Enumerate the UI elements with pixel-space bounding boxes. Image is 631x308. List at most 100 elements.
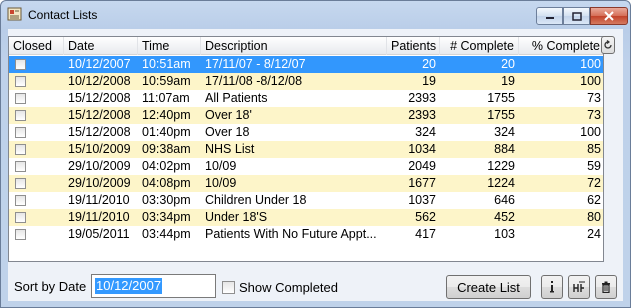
row-time: 04:02pm (142, 159, 191, 173)
row-date: 15/10/2009 (68, 142, 131, 156)
row-time: 01:40pm (142, 125, 191, 139)
minimize-button[interactable] (536, 7, 563, 25)
row-patients: 1677 (408, 176, 436, 190)
row-date: 15/12/2008 (68, 91, 131, 105)
row-description: NHS List (205, 142, 255, 156)
row-closed-checkbox[interactable] (15, 229, 26, 240)
row-time: 04:08pm (142, 176, 191, 190)
column-header-num-complete[interactable]: # Complete (440, 37, 519, 55)
table-row[interactable]: 29/10/2009 04:08pm 10/09 1677 1224 72 (9, 175, 603, 192)
row-pct-complete: 72 (587, 176, 601, 190)
row-patients: 417 (415, 227, 436, 241)
row-description: Children Under 18 (205, 193, 307, 207)
row-closed-checkbox[interactable] (15, 195, 26, 206)
column-header-date[interactable]: Date (64, 37, 138, 55)
row-pct-complete: 100 (580, 125, 601, 139)
row-date: 19/05/2011 (68, 227, 130, 241)
column-header-pct-complete[interactable]: % Complete (519, 37, 603, 55)
info-button[interactable] (541, 275, 563, 299)
checkbox-box[interactable] (222, 281, 235, 294)
table-row[interactable]: 15/12/2008 01:40pm Over 18 324 324 100 (9, 124, 603, 141)
show-completed-checkbox[interactable]: Show Completed (222, 280, 338, 295)
row-description: 10/09 (205, 176, 237, 190)
row-date: 29/10/2009 (68, 176, 131, 190)
row-pct-complete: 100 (580, 57, 601, 71)
maximize-button[interactable] (563, 7, 590, 25)
row-closed-checkbox[interactable] (15, 161, 26, 172)
table-row[interactable]: 10/12/2007 10:51am 17/11/07 - 8/12/07 20 20 1… (9, 56, 603, 73)
row-closed-checkbox[interactable] (15, 76, 26, 87)
row-date: 15/12/2008 (68, 125, 131, 139)
row-closed-checkbox[interactable] (15, 212, 26, 223)
row-pct-complete: 85 (587, 142, 601, 156)
row-time: 03:44pm (142, 227, 191, 241)
column-header-description[interactable]: Description (201, 37, 387, 55)
minimize-icon (545, 17, 554, 19)
create-list-button[interactable]: Create List (446, 275, 531, 299)
close-icon (604, 11, 614, 21)
trash-icon (602, 281, 610, 293)
row-date: 29/10/2009 (68, 159, 131, 173)
row-description: Over 18 (205, 125, 250, 139)
contact-list-icon (7, 7, 22, 21)
row-num-complete: 19 (501, 74, 515, 88)
row-pct-complete: 80 (587, 210, 601, 224)
row-closed-checkbox[interactable] (15, 127, 26, 138)
row-date: 19/11/2010 (68, 210, 130, 224)
sort-date-selected-text: 10/12/2007 (95, 278, 163, 294)
row-pct-complete: 73 (587, 108, 601, 122)
row-num-complete: 1755 (487, 108, 515, 122)
row-pct-complete: 59 (587, 159, 601, 173)
row-closed-checkbox[interactable] (15, 178, 26, 189)
maximize-icon (571, 11, 582, 21)
row-closed-checkbox[interactable] (15, 59, 26, 70)
row-description: All Patients (205, 91, 268, 105)
edit-button[interactable] (568, 275, 590, 299)
column-header-patients[interactable]: Patients (387, 37, 440, 55)
window-title: Contact Lists (28, 8, 98, 22)
table-row[interactable]: 19/11/2010 03:30pm Children Under 18 1037 64… (9, 192, 603, 209)
row-pct-complete: 62 (587, 193, 601, 207)
row-patients: 2393 (408, 91, 436, 105)
row-date: 10/12/2008 (68, 74, 131, 88)
edit-icon (573, 281, 585, 292)
row-num-complete: 20 (501, 57, 515, 71)
column-header-time[interactable]: Time (138, 37, 201, 55)
row-date: 10/12/2007 (68, 57, 131, 71)
delete-button[interactable] (595, 275, 617, 299)
row-patients: 562 (415, 210, 436, 224)
column-header-closed[interactable]: Closed (9, 37, 64, 55)
row-patients: 2393 (408, 108, 436, 122)
title-bar[interactable]: Contact Lists (1, 1, 630, 28)
table-row[interactable]: 29/10/2009 04:02pm 10/09 2049 1229 59 (9, 158, 603, 175)
table-row[interactable]: 15/12/2008 12:40pm Over 18' 2393 1755 73 (9, 107, 603, 124)
row-pct-complete: 100 (580, 74, 601, 88)
row-description: 10/09 (205, 159, 237, 173)
table-row[interactable]: 15/12/2008 11:07am All Patients 2393 1755 73 (9, 90, 603, 107)
row-time: 03:34pm (142, 210, 191, 224)
row-num-complete: 1755 (487, 91, 515, 105)
row-description: 17/11/07 - 8/12/07 (205, 57, 306, 71)
row-patients: 324 (415, 125, 436, 139)
row-closed-checkbox[interactable] (15, 110, 26, 121)
row-date: 19/11/2010 (68, 193, 130, 207)
row-num-complete: 324 (494, 125, 515, 139)
row-time: 12:40pm (142, 108, 191, 122)
table-row[interactable]: 19/11/2010 03:34pm Under 18'S 562 452 80 (9, 209, 603, 226)
refresh-button[interactable] (601, 36, 615, 54)
row-num-complete: 1224 (487, 176, 515, 190)
row-description: 17/11/08 -8/12/08 (205, 74, 303, 88)
row-patients: 1037 (408, 193, 436, 207)
row-closed-checkbox[interactable] (15, 144, 26, 155)
close-button[interactable] (590, 7, 628, 25)
row-num-complete: 452 (494, 210, 515, 224)
row-patients: 2049 (408, 159, 436, 173)
contact-lists-grid[interactable]: Closed Date Time Description Patients # … (8, 36, 604, 262)
table-row[interactable]: 19/05/2011 03:44pm Patients With No Future… (9, 226, 603, 243)
row-num-complete: 103 (494, 227, 515, 241)
sort-by-date-label: Sort by Date (14, 279, 87, 294)
row-closed-checkbox[interactable] (15, 93, 26, 104)
row-patients: 20 (422, 57, 436, 71)
table-row[interactable]: 10/12/2008 10:59am 17/11/08 -8/12/08 19 19 10… (9, 73, 603, 90)
table-row[interactable]: 15/10/2009 09:38am NHS List 1034 884 85 (9, 141, 603, 158)
